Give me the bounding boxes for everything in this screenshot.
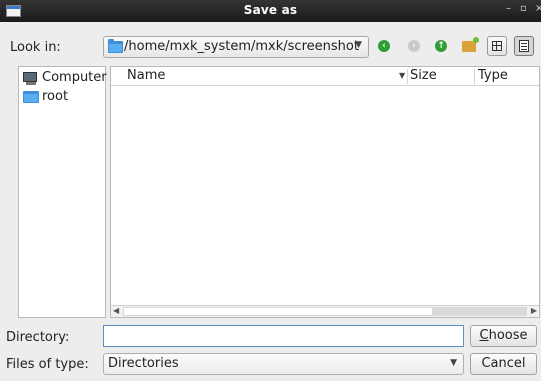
sort-down-icon: ▼ (399, 71, 406, 80)
column-header-label: Name (127, 68, 166, 83)
back-button[interactable]: ‹ (375, 37, 393, 55)
look-in-combo[interactable]: /home/mxk_system/mxk/screenshot ▼ (103, 36, 369, 58)
sidebar-item-label: Computer (42, 70, 107, 85)
files-of-type-label: Files of type: (6, 357, 89, 372)
scrollbar-trough[interactable] (433, 307, 527, 316)
sidebar-item-label: root (42, 89, 69, 104)
column-header-size[interactable]: Size (407, 67, 474, 86)
create-new-folder-button[interactable] (460, 36, 479, 55)
title-bar: Save as – ▫ × (0, 0, 541, 22)
folder-icon (23, 91, 39, 103)
new-folder-icon (462, 36, 479, 52)
list-view-icon (492, 41, 502, 51)
column-header-type[interactable]: Type (474, 67, 539, 86)
scrollbar-thumb[interactable] (123, 307, 433, 316)
horizontal-scrollbar[interactable]: ◀ ▶ (111, 305, 539, 317)
file-list[interactable]: Name ▼ Size Type ◀ ▶ (110, 66, 540, 318)
scroll-left-icon[interactable]: ◀ (113, 306, 119, 315)
directory-input[interactable] (103, 325, 464, 347)
detail-view-button[interactable] (514, 36, 534, 56)
detail-view-icon (519, 40, 529, 52)
column-header-label: Size (410, 68, 437, 83)
forward-button[interactable]: › (405, 37, 423, 55)
computer-icon (23, 72, 37, 85)
look-in-label: Look in: (10, 40, 61, 55)
chevron-down-icon: ▼ (450, 358, 457, 368)
list-view-button[interactable] (487, 36, 507, 56)
scroll-right-icon[interactable]: ▶ (531, 306, 537, 315)
chevron-down-icon: ▼ (355, 40, 362, 50)
files-of-type-value: Directories (108, 356, 179, 371)
column-header-label: Type (478, 68, 508, 83)
minimize-icon[interactable]: – (506, 3, 511, 14)
directory-label: Directory: (6, 330, 70, 345)
choose-mnemonic: C (479, 328, 489, 343)
parent-directory-button[interactable]: ↑ (432, 37, 450, 55)
maximize-icon[interactable]: ▫ (520, 3, 527, 14)
close-icon[interactable]: × (535, 3, 541, 14)
column-header-name[interactable]: Name (111, 67, 407, 86)
forward-arrow-icon: › (408, 40, 420, 52)
sidebar: Computer root (18, 66, 107, 318)
folder-icon (108, 39, 123, 53)
up-arrow-icon: ↑ (435, 40, 447, 52)
window-title: Save as (243, 3, 298, 17)
files-of-type-combo[interactable]: Directories ▼ (103, 353, 464, 375)
look-in-path: /home/mxk_system/mxk/screenshot (124, 39, 359, 54)
back-arrow-icon: ‹ (378, 40, 390, 52)
choose-label: hoose (488, 328, 528, 343)
choose-button[interactable]: Choose (470, 325, 537, 347)
cancel-button[interactable]: Cancel (470, 353, 537, 375)
